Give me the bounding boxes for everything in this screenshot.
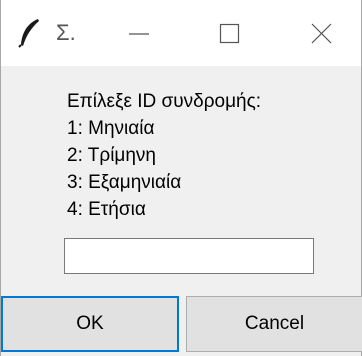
title-bar[interactable]: Σ. [1, 0, 361, 66]
prompt-line: 3: Εξαμηνιαία [67, 172, 182, 193]
cancel-button[interactable]: Cancel [186, 296, 362, 352]
close-icon [311, 23, 332, 44]
prompt-line: 4: Ετήσια [67, 199, 146, 220]
feather-icon [18, 18, 40, 48]
ok-button[interactable]: OK [1, 296, 179, 352]
minimize-button[interactable] [107, 0, 171, 66]
minimize-icon [129, 33, 149, 35]
subscription-id-input[interactable] [64, 238, 314, 274]
prompt-line: Επίλεξε ID συνδρομής: [67, 91, 262, 112]
dialog-window: Σ. Επίλεξε ID συνδρομής: 1: Μηνιαία 2: Τ… [0, 0, 362, 356]
close-button[interactable] [289, 0, 353, 66]
prompt-line: 1: Μηνιαία [67, 118, 155, 139]
prompt-line: 2: Τρίμηνη [67, 145, 156, 166]
window-title: Σ. [56, 20, 76, 45]
maximize-icon [219, 23, 240, 44]
maximize-button[interactable] [197, 0, 261, 66]
prompt-label: Επίλεξε ID συνδρομής: 1: Μηνιαία 2: Τρίμ… [67, 88, 261, 223]
